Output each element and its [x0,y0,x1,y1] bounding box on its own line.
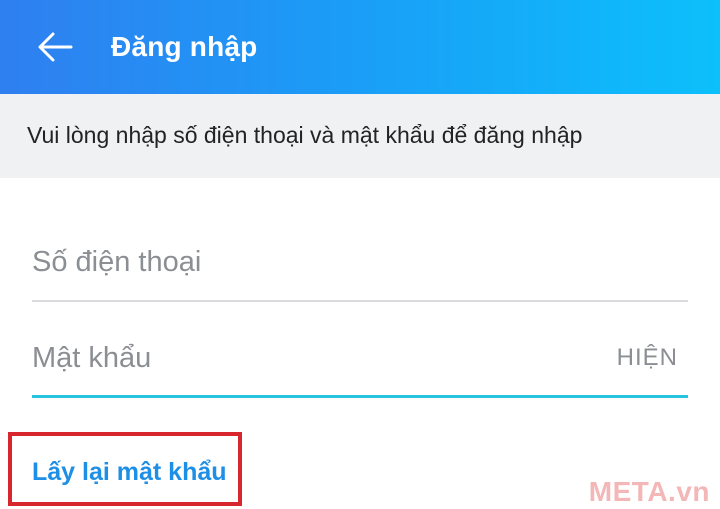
page-title: Đăng nhập [111,31,258,62]
show-password-toggle[interactable]: HIỆN [617,340,678,376]
watermark: META.vn [588,476,710,507]
phone-field [32,230,688,302]
password-input[interactable] [32,332,572,384]
arrow-left-icon [38,32,73,62]
instruction-text: Vui lòng nhập số điện thoại và mật khẩu … [27,122,583,148]
back-button[interactable] [28,24,82,70]
password-field: HIỆN [32,326,688,398]
phone-input[interactable] [32,236,572,288]
app-header: Đăng nhập [0,0,720,94]
instruction-banner: Vui lòng nhập số điện thoại và mật khẩu … [0,94,720,178]
recover-password-link[interactable]: Lấy lại mật khẩu [32,455,227,489]
